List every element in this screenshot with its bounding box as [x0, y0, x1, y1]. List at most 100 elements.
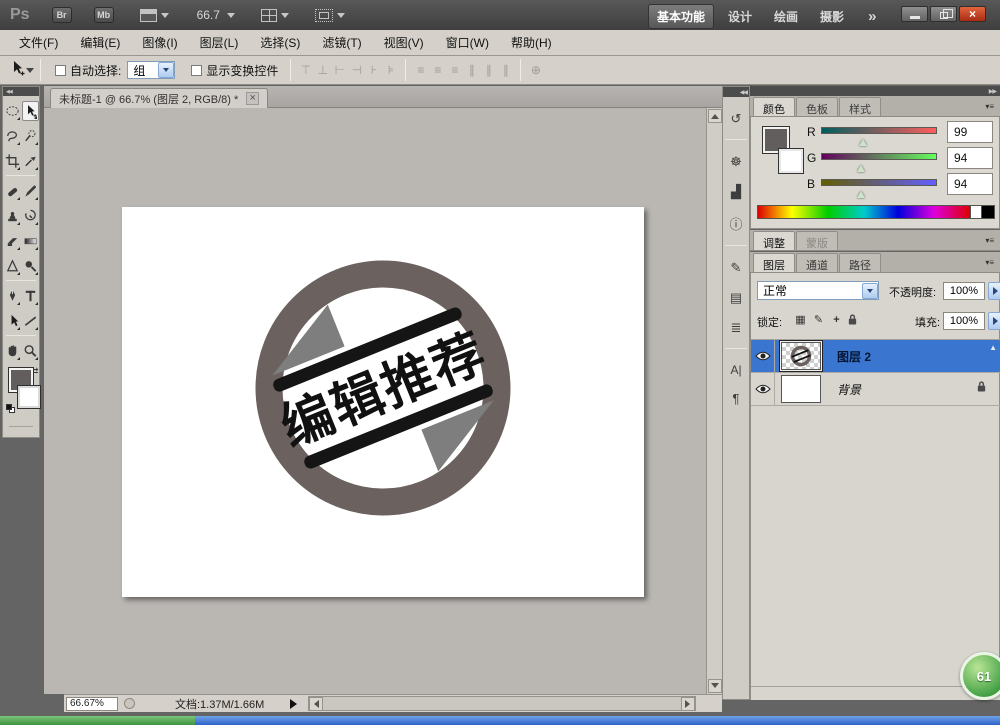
opacity-slider-button[interactable]: [988, 282, 1000, 300]
lock-all-icon[interactable]: [847, 313, 858, 331]
align-left-edges-icon[interactable]: ⊣: [348, 63, 365, 77]
color-spectrum-ramp[interactable]: [757, 205, 995, 219]
layer-thumbnail-cell[interactable]: [775, 373, 827, 406]
panel-menu-icon[interactable]: ▾≡: [985, 102, 994, 111]
close-button[interactable]: ×: [959, 6, 986, 22]
black-chip[interactable]: [981, 206, 994, 218]
green-value-input[interactable]: 94: [947, 147, 993, 169]
vertical-scrollbar[interactable]: [706, 108, 722, 694]
minimize-button[interactable]: [901, 6, 928, 22]
character-panel-icon[interactable]: A|: [723, 363, 749, 377]
tab-masks[interactable]: 蒙版: [796, 231, 838, 250]
histogram-icon[interactable]: ▟: [723, 184, 749, 200]
layer-row-background[interactable]: 背景: [751, 373, 1000, 406]
canvas-area[interactable]: 编辑推荐: [44, 108, 706, 694]
red-value-input[interactable]: 99: [947, 121, 993, 143]
visibility-toggle[interactable]: [751, 373, 775, 406]
view-extras-button[interactable]: [140, 8, 169, 22]
lock-position-icon[interactable]: +: [829, 313, 844, 328]
menu-help[interactable]: 帮助(H): [500, 30, 563, 55]
lock-transparent-pixels-icon[interactable]: ▦: [793, 313, 808, 328]
elliptical-marquee-tool[interactable]: [4, 101, 21, 121]
zoom-tool[interactable]: [22, 341, 39, 361]
hand-tool[interactable]: [4, 341, 21, 361]
fill-slider-button[interactable]: [988, 312, 1000, 330]
tab-styles[interactable]: 样式: [839, 97, 881, 116]
distribute-bottom-edges-icon[interactable]: ≡: [446, 63, 463, 77]
menu-image[interactable]: 图像(I): [131, 30, 188, 55]
info-icon[interactable]: ⓘ: [723, 214, 749, 233]
white-chip[interactable]: [970, 206, 981, 218]
distribute-left-edges-icon[interactable]: ∥: [463, 63, 480, 77]
workspace-essentials[interactable]: 基本功能: [648, 4, 714, 29]
distribute-right-edges-icon[interactable]: ∥: [497, 63, 514, 77]
layer-name[interactable]: 图层 2: [837, 348, 871, 365]
workspace-photography[interactable]: 摄影: [812, 5, 852, 28]
eyedropper-tool[interactable]: [22, 151, 39, 171]
taskbar-green-segment[interactable]: [0, 716, 195, 725]
panel-menu-icon[interactable]: ▾≡: [985, 258, 994, 267]
move-tool[interactable]: [22, 101, 39, 121]
quick-selection-tool[interactable]: [22, 126, 39, 146]
sharpen-tool[interactable]: [4, 256, 21, 276]
menu-view[interactable]: 视图(V): [373, 30, 435, 55]
tab-channels[interactable]: 通道: [796, 253, 838, 272]
align-vertical-centers-icon[interactable]: ⊥: [314, 63, 331, 77]
eraser-tool[interactable]: [4, 231, 21, 251]
layer-thumbnail[interactable]: [781, 342, 821, 370]
red-slider[interactable]: [821, 127, 937, 134]
menu-window[interactable]: 窗口(W): [435, 30, 500, 55]
green-slider-thumb[interactable]: [857, 161, 865, 172]
distribute-top-edges-icon[interactable]: ≡: [412, 63, 429, 77]
brush-tool[interactable]: [22, 181, 39, 201]
paragraph-panel-icon[interactable]: ¶: [723, 391, 749, 406]
path-selection-tool[interactable]: [4, 311, 21, 331]
close-tab-icon[interactable]: ×: [246, 92, 259, 105]
auto-select-checkbox[interactable]: [55, 65, 66, 76]
menu-file[interactable]: 文件(F): [8, 30, 69, 55]
brush-presets-icon[interactable]: ✎: [723, 260, 749, 276]
align-right-edges-icon[interactable]: ⊧: [382, 63, 399, 77]
status-zoom-input[interactable]: 66.67%: [66, 697, 118, 711]
document-tab[interactable]: 未标题-1 @ 66.7% (图层 2, RGB/8) * ×: [50, 88, 268, 108]
tab-paths[interactable]: 路径: [839, 253, 881, 272]
layer-thumbnail-cell[interactable]: [775, 340, 827, 373]
visibility-toggle[interactable]: [751, 340, 775, 373]
gradient-tool[interactable]: [22, 231, 39, 251]
screen-mode-button[interactable]: [315, 8, 345, 22]
lock-image-pixels-icon[interactable]: ✎: [811, 313, 826, 328]
workspace-design[interactable]: 设计: [720, 5, 760, 28]
panel-column-header[interactable]: ▶▶: [750, 86, 1000, 96]
background-color-swatch[interactable]: [18, 386, 40, 408]
scroll-down-button[interactable]: [708, 679, 722, 693]
dodge-tool[interactable]: [22, 256, 39, 276]
spectrum-gradient[interactable]: [758, 206, 970, 218]
auto-align-layers-icon[interactable]: ⊕: [527, 63, 544, 77]
restore-button[interactable]: [930, 6, 957, 22]
bridge-button[interactable]: Br: [52, 7, 72, 23]
align-horizontal-centers-icon[interactable]: ⊦: [365, 63, 382, 77]
horizontal-scrollbar[interactable]: [308, 696, 696, 711]
scroll-up-button[interactable]: [708, 109, 722, 123]
green-slider[interactable]: [821, 153, 937, 160]
line-tool[interactable]: [22, 311, 39, 331]
zoom-level-dropdown[interactable]: 66.7: [197, 8, 235, 22]
layer-name[interactable]: 背景: [837, 381, 861, 398]
workspace-overflow-chevron[interactable]: »: [868, 8, 876, 25]
tools-panel-header[interactable]: ◀◀: [3, 87, 39, 96]
scroll-right-button[interactable]: [681, 697, 695, 711]
history-brush-tool[interactable]: [22, 206, 39, 226]
layer-comps-icon[interactable]: ≣: [723, 320, 749, 336]
document-page[interactable]: 编辑推荐: [122, 207, 644, 597]
tab-color[interactable]: 颜色: [753, 97, 795, 116]
blend-mode-dropdown[interactable]: 正常: [757, 281, 879, 300]
blue-value-input[interactable]: 94: [947, 173, 993, 195]
history-icon[interactable]: ↺: [723, 111, 749, 127]
background-color-swatch[interactable]: [779, 149, 803, 173]
clone-source-icon[interactable]: ▤: [723, 290, 749, 306]
tab-adjustments[interactable]: 调整: [753, 231, 795, 250]
workspace-painting[interactable]: 绘画: [766, 5, 806, 28]
tool-preset-chevron-icon[interactable]: [26, 68, 34, 77]
scroll-left-button[interactable]: [309, 697, 323, 711]
arrange-documents-button[interactable]: [261, 8, 289, 22]
